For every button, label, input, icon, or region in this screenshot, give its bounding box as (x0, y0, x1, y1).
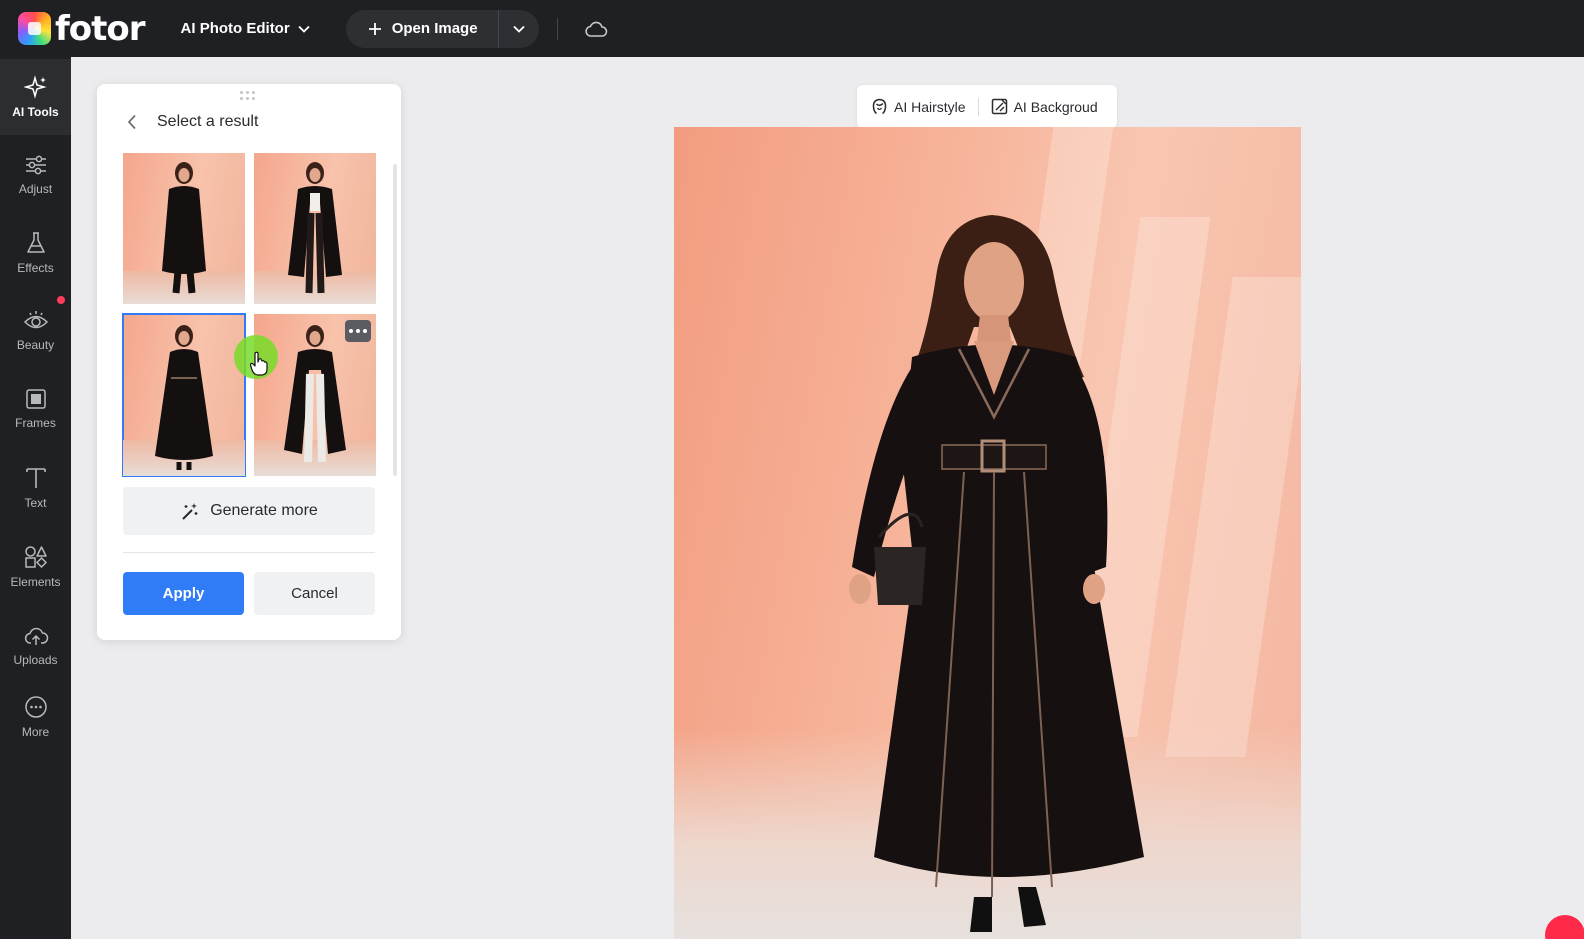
notification-badge (57, 296, 65, 304)
sidebar-item-text[interactable]: Text (0, 450, 71, 526)
open-image-group: Open Image (345, 9, 539, 48)
sidebar-item-label: Effects (17, 261, 54, 275)
sidebar-item-ai-tools[interactable]: AI Tools (0, 59, 71, 135)
canvas-ai-toolbar: AI Hairstyle AI Backgroud (857, 85, 1117, 128)
more-circle-icon (24, 696, 47, 718)
sidebar-item-label: Uploads (13, 653, 58, 667)
model-figure (162, 162, 206, 294)
sidebar-item-effects[interactable]: Effects (0, 215, 71, 291)
cancel-button[interactable]: Cancel (254, 572, 375, 615)
background-edit-icon (991, 98, 1007, 115)
sidebar-item-elements[interactable]: Elements (0, 529, 71, 605)
canvas-photo[interactable] (674, 127, 1301, 939)
toolbar-separator (977, 97, 979, 116)
ai-hairstyle-button[interactable]: AI Hairstyle (871, 98, 966, 115)
shapes-icon (24, 546, 47, 569)
ai-background-button[interactable]: AI Backgroud (991, 98, 1098, 115)
panel-scrollbar[interactable] (393, 164, 397, 476)
plus-icon (368, 22, 381, 35)
sidebar-item-label: Beauty (16, 338, 55, 352)
sidebar-item-label: AI Tools (12, 105, 59, 119)
sidebar-item-label: Frames (15, 416, 56, 430)
result-thumbnail-4[interactable] (254, 314, 376, 476)
text-icon (25, 468, 46, 488)
help-bubble[interactable] (1545, 915, 1584, 939)
model-figure (849, 215, 1144, 932)
ai-hairstyle-label: AI Hairstyle (894, 98, 966, 115)
panel-drag-handle[interactable] (240, 91, 258, 101)
open-image-dropdown-button[interactable] (499, 10, 539, 48)
logo-text: fotor (55, 8, 146, 49)
result-thumbnail-3[interactable] (122, 313, 246, 477)
sidebar-item-beauty[interactable]: Beauty (0, 293, 71, 369)
cloud-save-button[interactable] (584, 20, 608, 38)
fotor-logo[interactable]: fotor (18, 8, 146, 49)
model-figure (288, 162, 342, 294)
fotor-logo-icon (18, 12, 51, 45)
generate-more-label: Generate more (210, 502, 318, 519)
magic-wand-icon (182, 503, 198, 520)
sparkle-icon (23, 75, 47, 99)
sidebar-item-more[interactable]: More (0, 679, 71, 755)
generate-more-button[interactable]: Generate more (123, 487, 375, 535)
chevron-down-icon (298, 25, 310, 33)
toolbar-divider (556, 17, 558, 40)
cloud-icon (584, 21, 607, 37)
result-thumbnail-1[interactable] (123, 153, 245, 304)
open-image-button[interactable]: Open Image (346, 9, 499, 48)
chevron-left-icon (127, 114, 136, 130)
model-figure (155, 325, 213, 470)
panel-header: Select a result (127, 112, 258, 132)
sidebar-item-label: Text (24, 496, 47, 510)
open-image-label: Open Image (391, 20, 478, 37)
hairstyle-icon (872, 98, 887, 115)
sidebar-item-label: More (21, 725, 50, 739)
flask-icon (26, 232, 45, 253)
sidebar-item-frames[interactable]: Frames (0, 371, 71, 447)
sliders-icon (25, 155, 46, 175)
ai-photo-editor-label: AI Photo Editor (180, 20, 290, 37)
ai-photo-editor-menu[interactable]: AI Photo Editor (181, 20, 310, 37)
cloud-upload-icon (24, 627, 48, 645)
panel-divider (123, 552, 375, 553)
sidebar-item-label: Elements (10, 575, 61, 589)
hand-cursor-icon (249, 351, 268, 376)
top-bar: fotor AI Photo Editor Open Image (0, 0, 1584, 57)
eye-icon (23, 311, 48, 329)
sidebar-item-label: Adjust (18, 182, 53, 196)
frame-icon (25, 389, 46, 409)
more-options-button[interactable] (345, 320, 371, 342)
back-button[interactable] (127, 112, 143, 132)
apply-button[interactable]: Apply (123, 572, 244, 615)
panel-title: Select a result (157, 113, 259, 130)
ai-background-label: AI Backgroud (1013, 98, 1098, 115)
sidebar-item-uploads[interactable]: Uploads (0, 608, 71, 684)
left-sidebar: AI Tools Adjust Effects Beauty Frames Te… (0, 57, 71, 939)
sidebar-item-adjust[interactable]: Adjust (0, 137, 71, 213)
result-thumbnail-2[interactable] (254, 153, 376, 304)
chevron-down-icon (512, 25, 525, 33)
